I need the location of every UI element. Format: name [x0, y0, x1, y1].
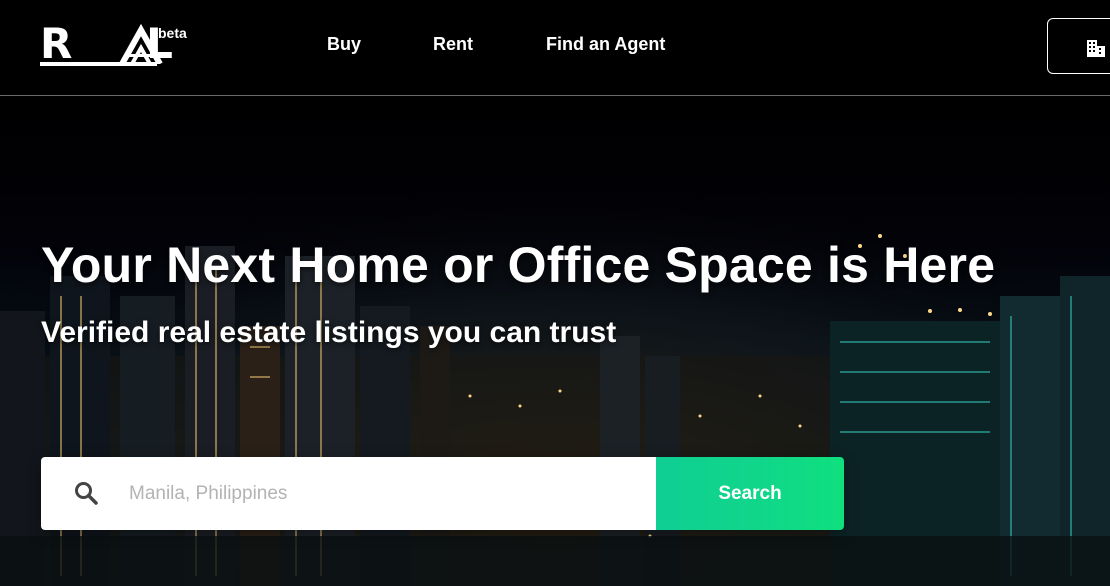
real-logo[interactable]: R L beta	[40, 22, 200, 72]
search-button[interactable]: Search	[656, 457, 844, 530]
list-property-button[interactable]	[1047, 18, 1110, 74]
hero-title: Your Next Home or Office Space is Here	[41, 237, 996, 293]
site-header: R L beta Buy Rent Find an Agent	[0, 0, 1110, 96]
logo-underline	[40, 62, 157, 66]
location-search-bar: Search	[41, 457, 844, 530]
nav-rent[interactable]: Rent	[433, 34, 473, 55]
hero-subtitle: Verified real estate listings you can tr…	[41, 316, 617, 349]
hero-section: Your Next Home or Office Space is Here V…	[0, 96, 1110, 586]
search-field	[41, 457, 656, 530]
search-icon	[75, 482, 98, 505]
nav-buy[interactable]: Buy	[327, 34, 361, 55]
building-icon	[1087, 40, 1105, 57]
nav-find-agent[interactable]: Find an Agent	[546, 34, 665, 55]
logo-wordmark: R L	[40, 19, 173, 68]
beta-badge: beta	[158, 25, 187, 41]
location-search-input[interactable]	[129, 457, 639, 530]
